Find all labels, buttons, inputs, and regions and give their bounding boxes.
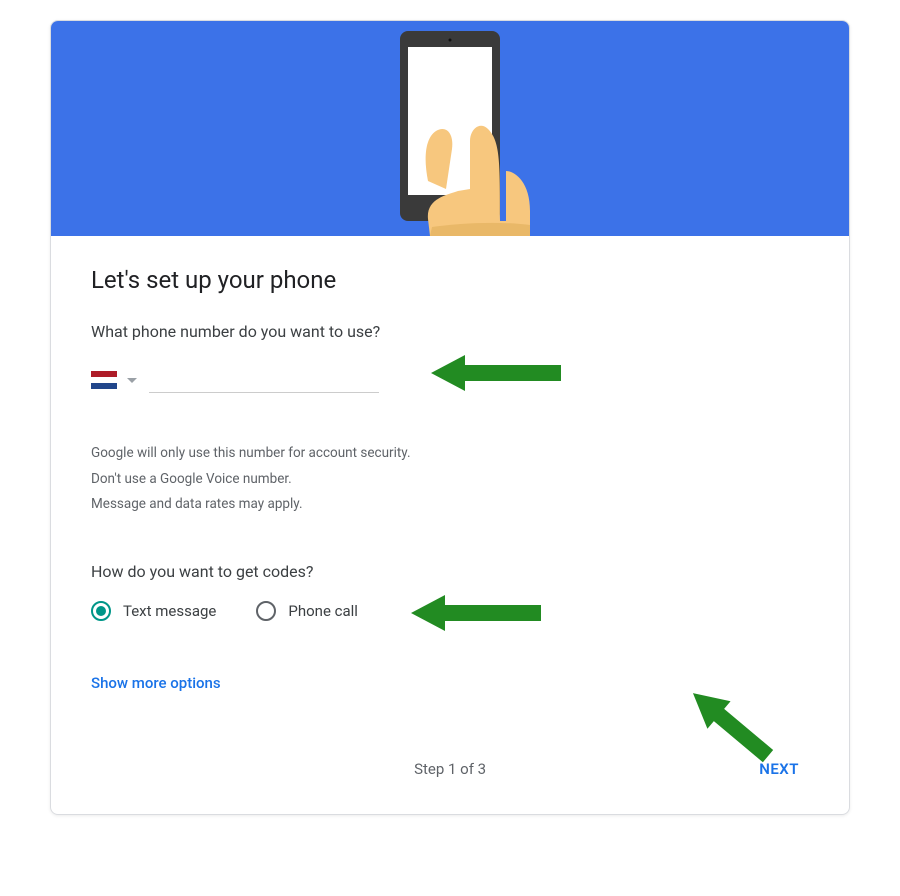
phone-number-input[interactable]	[149, 367, 379, 393]
annotation-arrow-phone	[431, 351, 561, 395]
radio-selected-icon	[91, 601, 111, 621]
codes-question: How do you want to get codes?	[91, 562, 809, 581]
hero-banner	[51, 21, 849, 236]
content-area: Let's set up your phone What phone numbe…	[51, 236, 849, 814]
phone-question: What phone number do you want to use?	[91, 322, 809, 341]
info-line: Don't use a Google Voice number.	[91, 467, 809, 493]
step-indicator: Step 1 of 3	[151, 760, 749, 778]
page-title: Let's set up your phone	[91, 266, 809, 294]
radio-phone-call[interactable]: Phone call	[256, 601, 358, 621]
radio-text-message[interactable]: Text message	[91, 601, 216, 621]
info-line: Google will only use this number for acc…	[91, 441, 809, 467]
chevron-down-icon	[127, 378, 137, 383]
radio-unselected-icon	[256, 601, 276, 621]
codes-radio-group: Text message Phone call	[91, 601, 809, 621]
show-more-options-link[interactable]: Show more options	[91, 674, 221, 692]
phone-input-row	[91, 367, 809, 393]
radio-label: Phone call	[288, 602, 358, 620]
footer-row: Step 1 of 3 NEXT	[91, 752, 809, 786]
country-selector[interactable]	[91, 371, 137, 393]
radio-label: Text message	[123, 602, 216, 620]
setup-card: Let's set up your phone What phone numbe…	[50, 20, 850, 815]
info-line: Message and data rates may apply.	[91, 492, 809, 518]
annotation-arrow-radios	[411, 591, 541, 635]
netherlands-flag-icon	[91, 371, 117, 389]
phone-in-hand-illustration	[320, 21, 580, 236]
next-button[interactable]: NEXT	[749, 752, 809, 786]
annotation-arrow-next	[679, 636, 819, 766]
info-text: Google will only use this number for acc…	[91, 441, 809, 518]
